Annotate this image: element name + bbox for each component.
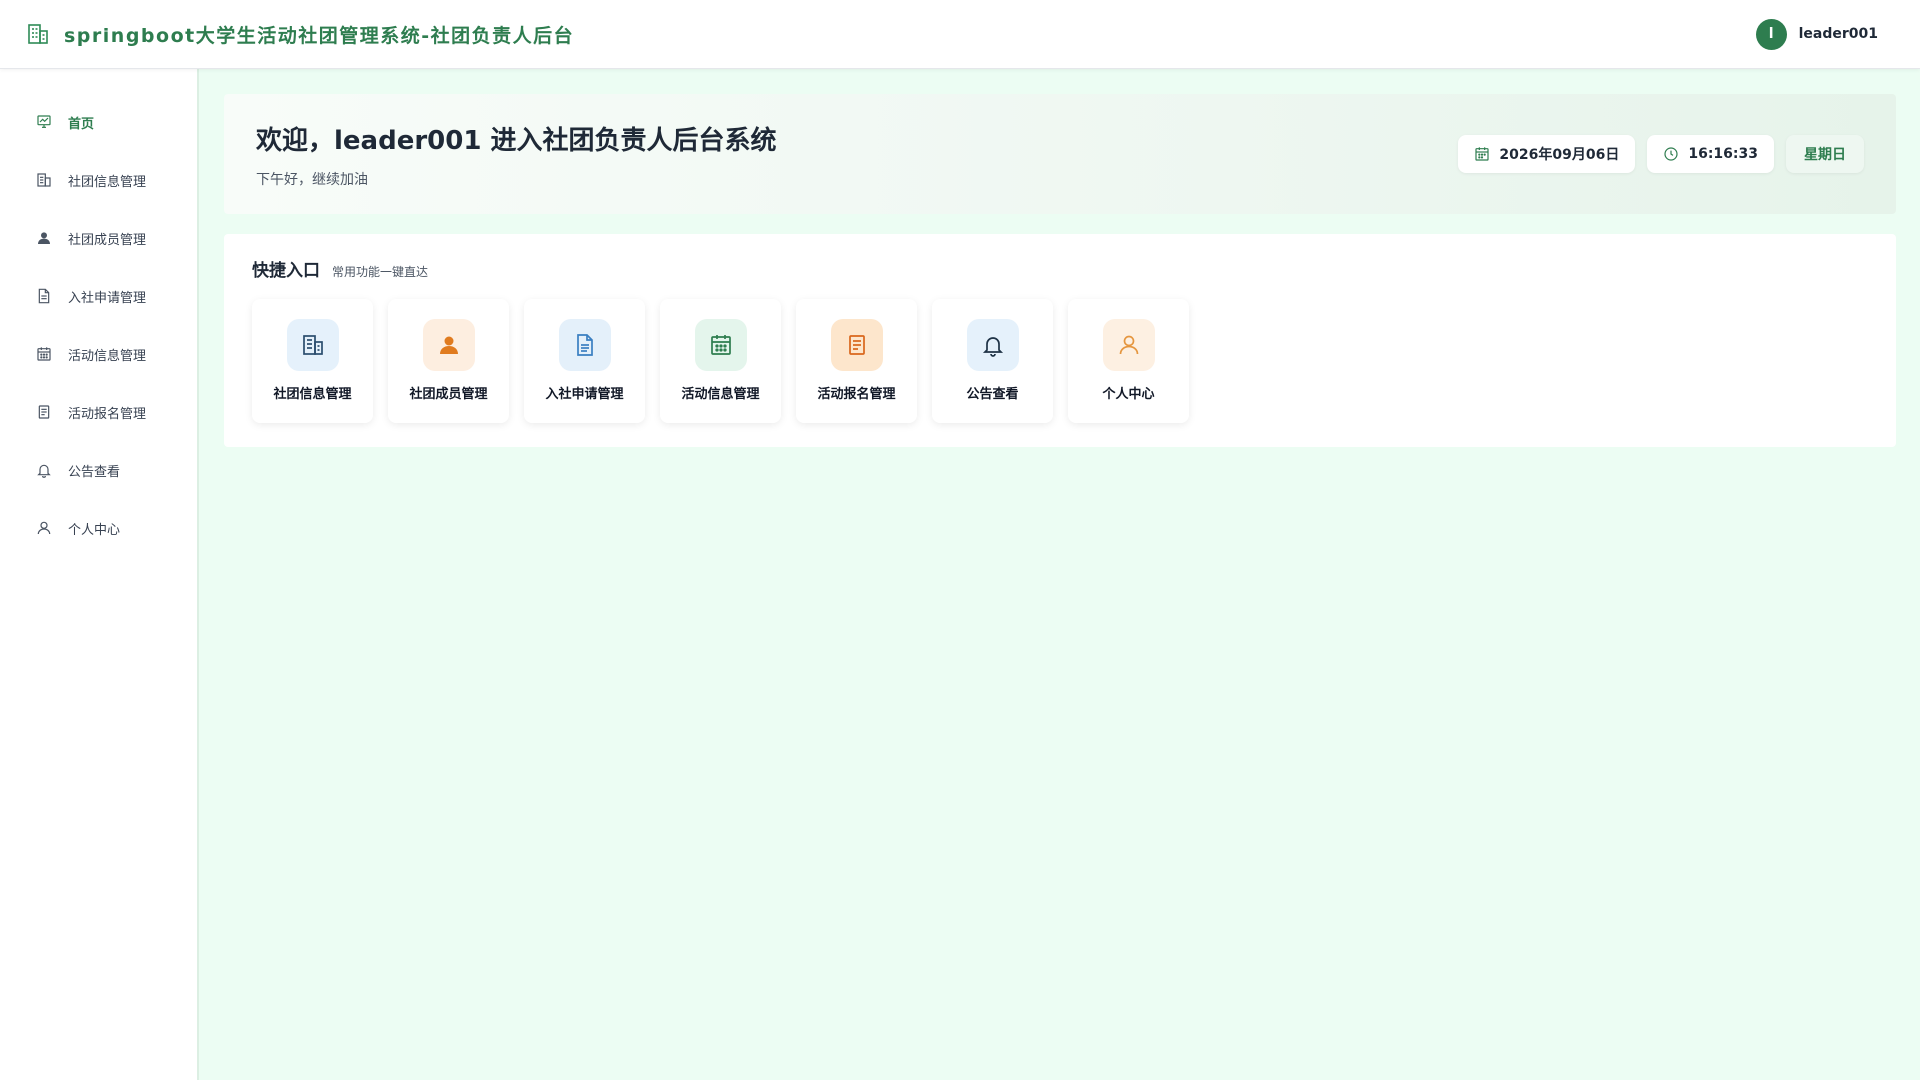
top-header: springboot大学生活动社团管理系统-社团负责人后台 l leader00… — [0, 0, 1920, 69]
card-icon-wrap — [558, 319, 611, 371]
card-label: 社团信息管理 — [273, 387, 352, 402]
sidebar-item-label: 个人中心 — [68, 522, 121, 538]
quick-card-club-info[interactable]: 社团信息管理 — [252, 299, 373, 423]
sidebar-item-label: 活动报名管理 — [68, 406, 147, 422]
sidebar-item-label: 活动信息管理 — [68, 348, 147, 364]
user-filled-icon — [439, 336, 458, 354]
card-icon-wrap — [830, 319, 883, 371]
building-icon — [302, 335, 323, 355]
user-filled-icon — [38, 232, 50, 244]
calendar-icon — [710, 335, 731, 355]
weekday-chip: 星期日 — [1786, 135, 1864, 173]
quick-card-activity-signups[interactable]: 活动报名管理 — [796, 299, 917, 423]
username[interactable]: leader001 — [1799, 26, 1878, 42]
document-icon — [38, 288, 50, 304]
card-icon-wrap — [422, 319, 475, 371]
sidebar-item-label: 公告查看 — [68, 464, 121, 480]
card-icon-wrap — [966, 319, 1019, 371]
welcome-text: 欢迎，leader001 进入社团负责人后台系统 下午好，继续加油 — [256, 120, 776, 189]
card-label: 个人中心 — [1102, 387, 1155, 402]
sidebar-item-label: 社团成员管理 — [68, 232, 147, 248]
quick-card-club-members[interactable]: 社团成员管理 — [388, 299, 509, 423]
avatar[interactable]: l — [1755, 18, 1787, 50]
welcome-title: 欢迎，leader001 进入社团负责人后台系统 — [256, 125, 777, 156]
quick-card-activity-info[interactable]: 活动信息管理 — [660, 299, 781, 423]
calendar-icon — [37, 347, 51, 361]
card-label: 社团成员管理 — [409, 387, 488, 402]
time-text: 16:16:33 — [1688, 146, 1758, 162]
sidebar-item-join-applications[interactable]: 入社申请管理 — [0, 267, 197, 325]
welcome-banner: 欢迎，leader001 进入社团负责人后台系统 下午好，继续加油 2026年0… — [224, 94, 1896, 214]
quick-access-panel: 快捷入口 常用功能一键直达 社团信息管理 社团成员管理 入社申请管理 活动信息管… — [224, 234, 1896, 447]
datetime-group: 2026年09月06日 16:16:33 星期日 — [1458, 135, 1864, 173]
sidebar-item-label: 首页 — [68, 116, 95, 132]
form-icon — [848, 335, 865, 355]
sidebar-item-activity-info[interactable]: 活动信息管理 — [0, 325, 197, 383]
main-content: 欢迎，leader001 进入社团负责人后台系统 下午好，继续加油 2026年0… — [200, 69, 1920, 1080]
date-text: 2026年09月06日 — [1499, 147, 1620, 163]
user-outline-icon — [37, 521, 51, 535]
building-icon — [28, 24, 48, 44]
quick-card-announcements[interactable]: 公告查看 — [932, 299, 1053, 423]
dashboard-icon — [37, 115, 51, 128]
sidebar-item-activity-signups[interactable]: 活动报名管理 — [0, 383, 197, 441]
form-icon — [38, 405, 50, 419]
quick-access-subtitle: 常用功能一键直达 — [332, 265, 429, 279]
time-chip: 16:16:33 — [1647, 135, 1774, 173]
quick-access-header: 快捷入口 常用功能一键直达 — [252, 256, 1868, 281]
sidebar-item-profile[interactable]: 个人中心 — [0, 499, 197, 557]
building-icon — [37, 173, 51, 187]
clock-icon — [1664, 147, 1678, 161]
bell-icon — [37, 464, 51, 478]
sidebar-item-club-members[interactable]: 社团成员管理 — [0, 209, 197, 267]
card-icon-wrap — [1102, 319, 1155, 371]
document-icon — [576, 334, 593, 356]
quick-access-cards: 社团信息管理 社团成员管理 入社申请管理 活动信息管理 活动报名管理 公告查看 … — [252, 299, 1868, 423]
sidebar-item-label: 入社申请管理 — [68, 290, 147, 306]
card-label: 活动报名管理 — [817, 387, 896, 402]
sidebar-item-announcements[interactable]: 公告查看 — [0, 441, 197, 499]
sidebar: 首页 社团信息管理 社团成员管理 入社申请管理 活动信息管理 活动报名管理 公告… — [0, 69, 199, 1080]
quick-card-join-applications[interactable]: 入社申请管理 — [524, 299, 645, 423]
quick-access-title: 快捷入口 — [252, 261, 320, 281]
weekday-text: 星期日 — [1804, 147, 1846, 163]
sidebar-item-club-info[interactable]: 社团信息管理 — [0, 151, 197, 209]
card-label: 入社申请管理 — [545, 387, 624, 402]
card-label: 公告查看 — [966, 387, 1019, 402]
card-icon-wrap — [286, 319, 339, 371]
brand: springboot大学生活动社团管理系统-社团负责人后台 — [26, 21, 574, 48]
user-menu[interactable]: l leader001 — [1755, 18, 1878, 50]
sidebar-item-home[interactable]: 首页 — [0, 93, 197, 151]
app-title: springboot大学生活动社团管理系统-社团负责人后台 — [64, 24, 575, 47]
quick-card-profile[interactable]: 个人中心 — [1068, 299, 1189, 423]
card-label: 活动信息管理 — [681, 387, 760, 402]
card-icon-wrap — [694, 319, 747, 371]
sidebar-item-label: 社团信息管理 — [68, 174, 147, 190]
bell-icon — [982, 337, 1003, 357]
user-outline-icon — [1119, 335, 1138, 355]
calendar-icon — [1475, 147, 1490, 161]
date-chip: 2026年09月06日 — [1458, 135, 1636, 173]
welcome-subtitle: 下午好，继续加油 — [256, 171, 368, 188]
